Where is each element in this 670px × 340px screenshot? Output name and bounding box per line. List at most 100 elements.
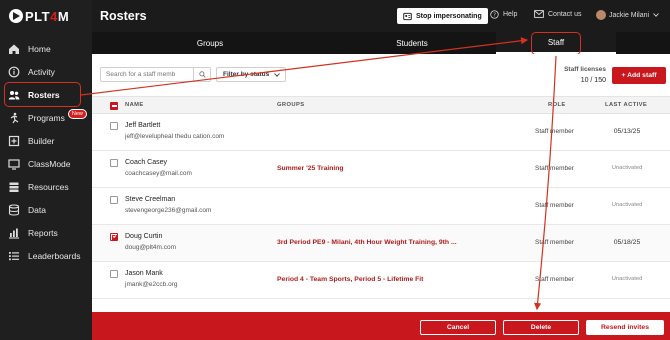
rosters-highlight-annotation [4, 82, 81, 107]
logo-text-suffix: M [57, 8, 70, 24]
column-header-groups[interactable]: GROUPS [277, 102, 305, 108]
search-input[interactable] [101, 71, 193, 78]
user-menu[interactable]: Jackie Milani [596, 10, 659, 20]
add-staff-button[interactable]: + Add staff [612, 67, 666, 84]
staff-name: Coach Casey [125, 159, 168, 166]
column-header-last-active[interactable]: LAST ACTIVE [605, 102, 647, 108]
contact-link[interactable]: Contact us [534, 10, 581, 18]
builder-icon [8, 135, 20, 147]
staff-name: Jason Mank [125, 270, 163, 277]
staff-email: jeff@levelupheal thedu cation.com [125, 133, 225, 140]
filter-label: Filter by status [223, 71, 270, 78]
staff-name: Doug Curtin [125, 233, 163, 240]
staff-last-active: Unactivated [611, 202, 643, 208]
help-label: Help [503, 11, 518, 18]
contact-label: Contact us [548, 10, 582, 18]
user-name: Jackie Milani [609, 11, 650, 19]
search-box [100, 67, 211, 82]
help-icon: ? [490, 10, 499, 19]
plt4m-logo[interactable]: PLT4M [9, 8, 69, 24]
tab-groups[interactable]: Groups [92, 32, 328, 54]
staff-email: stevengeorge236@gmail.com [125, 207, 212, 214]
staff-role: Staff member [535, 165, 574, 172]
programs-icon [8, 112, 20, 124]
stop-impersonating-button[interactable]: Stop impersonating [397, 8, 488, 24]
sidebar-item-home[interactable]: Home [0, 37, 92, 60]
staff-last-active: 05/18/25 [613, 239, 641, 246]
resend-invites-button[interactable]: Resend invites [586, 320, 664, 335]
sidebar-item-classmode[interactable]: ClassMode [0, 152, 92, 175]
licenses-label: Staff licenses [564, 66, 606, 73]
tab-label: Students [396, 38, 428, 48]
sidebar-item-label: Builder [28, 135, 55, 146]
staff-toolbar: Filter by status Staff licenses 10 / 150… [92, 54, 670, 96]
staff-groups[interactable]: Period 4 - Team Sports, Period 5 - Lifet… [277, 276, 423, 283]
sidebar-item-builder[interactable]: Builder [0, 129, 92, 152]
sidebar-item-label: ClassMode [28, 158, 71, 169]
impersonate-icon [403, 12, 412, 21]
licenses-count: 10 / 150 [580, 77, 606, 84]
column-header-name[interactable]: NAME [125, 102, 144, 108]
staff-email: coachcasey@mail.com [125, 170, 192, 177]
select-all-checkbox[interactable] [110, 102, 118, 110]
sidebar-item-activity[interactable]: Activity [0, 60, 92, 83]
cancel-button[interactable]: Cancel [420, 320, 496, 335]
status-filter-dropdown[interactable]: Filter by status [216, 67, 286, 82]
classmode-icon [8, 158, 20, 170]
page-title: Rosters [100, 9, 147, 23]
table-row[interactable]: Jason Mank jmank@e2ccb.org Period 4 - Te… [92, 262, 670, 299]
tab-label: Groups [196, 38, 224, 48]
row-checkbox[interactable] [110, 270, 118, 278]
sidebar-item-reports[interactable]: Reports [0, 221, 92, 244]
staff-groups[interactable]: Summer '25 Training [277, 165, 344, 172]
sidebar-item-label: Activity [28, 66, 55, 77]
table-row[interactable]: Steve Creelman stevengeorge236@gmail.com… [92, 188, 670, 225]
staff-panel: Filter by status Staff licenses 10 / 150… [92, 54, 670, 312]
table-row[interactable]: Jeff Bartlett jeff@levelupheal thedu cat… [92, 114, 670, 151]
bulk-action-bar: Cancel Delete Resend invites [92, 312, 670, 340]
roster-tabs: Groups Students Staff [92, 32, 670, 54]
sidebar-item-label: Data [28, 204, 46, 215]
staff-last-active: Unactivated [611, 276, 643, 282]
sidebar-item-label: Leaderboards [28, 250, 81, 261]
home-icon [8, 43, 20, 55]
logo-mark-icon [9, 9, 23, 23]
top-bar: Rosters Stop impersonating ? Help Contac… [92, 0, 670, 32]
sidebar-item-leaderboards[interactable]: Leaderboards [0, 244, 92, 267]
row-checkbox[interactable] [110, 159, 118, 167]
staff-role: Staff member [535, 239, 574, 246]
staff-table-body: Jeff Bartlett jeff@levelupheal thedu cat… [92, 114, 670, 299]
staff-name: Jeff Bartlett [125, 122, 161, 129]
staff-role: Staff member [535, 128, 574, 135]
sidebar-item-label: Home [28, 43, 51, 54]
logo-text-prefix: PLT [25, 8, 51, 24]
table-row[interactable]: Coach Casey coachcasey@mail.com Summer '… [92, 151, 670, 188]
stop-impersonating-label: Stop impersonating [416, 12, 482, 20]
avatar [596, 10, 606, 20]
table-row[interactable]: Doug Curtin doug@plt4m.com 3rd Period PE… [92, 225, 670, 262]
svg-text:?: ? [493, 12, 496, 18]
staff-tab-highlight-annotation [531, 32, 581, 55]
sidebar-item-label: Programs [28, 112, 65, 123]
sidebar-item-data[interactable]: Data [0, 198, 92, 221]
sidebar-item-resources[interactable]: Resources [0, 175, 92, 198]
row-checkbox[interactable] [110, 233, 118, 241]
help-link[interactable]: ? Help [490, 10, 517, 19]
sidebar-item-programs[interactable]: Programs New [0, 106, 92, 129]
chevron-down-icon [653, 13, 659, 17]
staff-groups[interactable]: 3rd Period PE9 - Milani, 4th Hour Weight… [277, 239, 457, 246]
tab-students[interactable]: Students [328, 32, 496, 54]
staff-name: Steve Creelman [125, 196, 176, 203]
delete-button[interactable]: Delete [503, 320, 579, 335]
sidebar-nav: Home Activity Rosters Programs New Build… [0, 37, 92, 267]
reports-icon [8, 227, 20, 239]
search-icon[interactable] [193, 68, 210, 81]
row-checkbox[interactable] [110, 122, 118, 130]
column-header-role[interactable]: ROLE [548, 102, 566, 108]
staff-email: jmank@e2ccb.org [125, 281, 178, 288]
activity-icon [8, 66, 20, 78]
row-checkbox[interactable] [110, 196, 118, 204]
logo-text-red: 4 [50, 8, 58, 24]
mail-icon [534, 10, 544, 18]
staff-licenses: Staff licenses 10 / 150 [558, 66, 606, 84]
